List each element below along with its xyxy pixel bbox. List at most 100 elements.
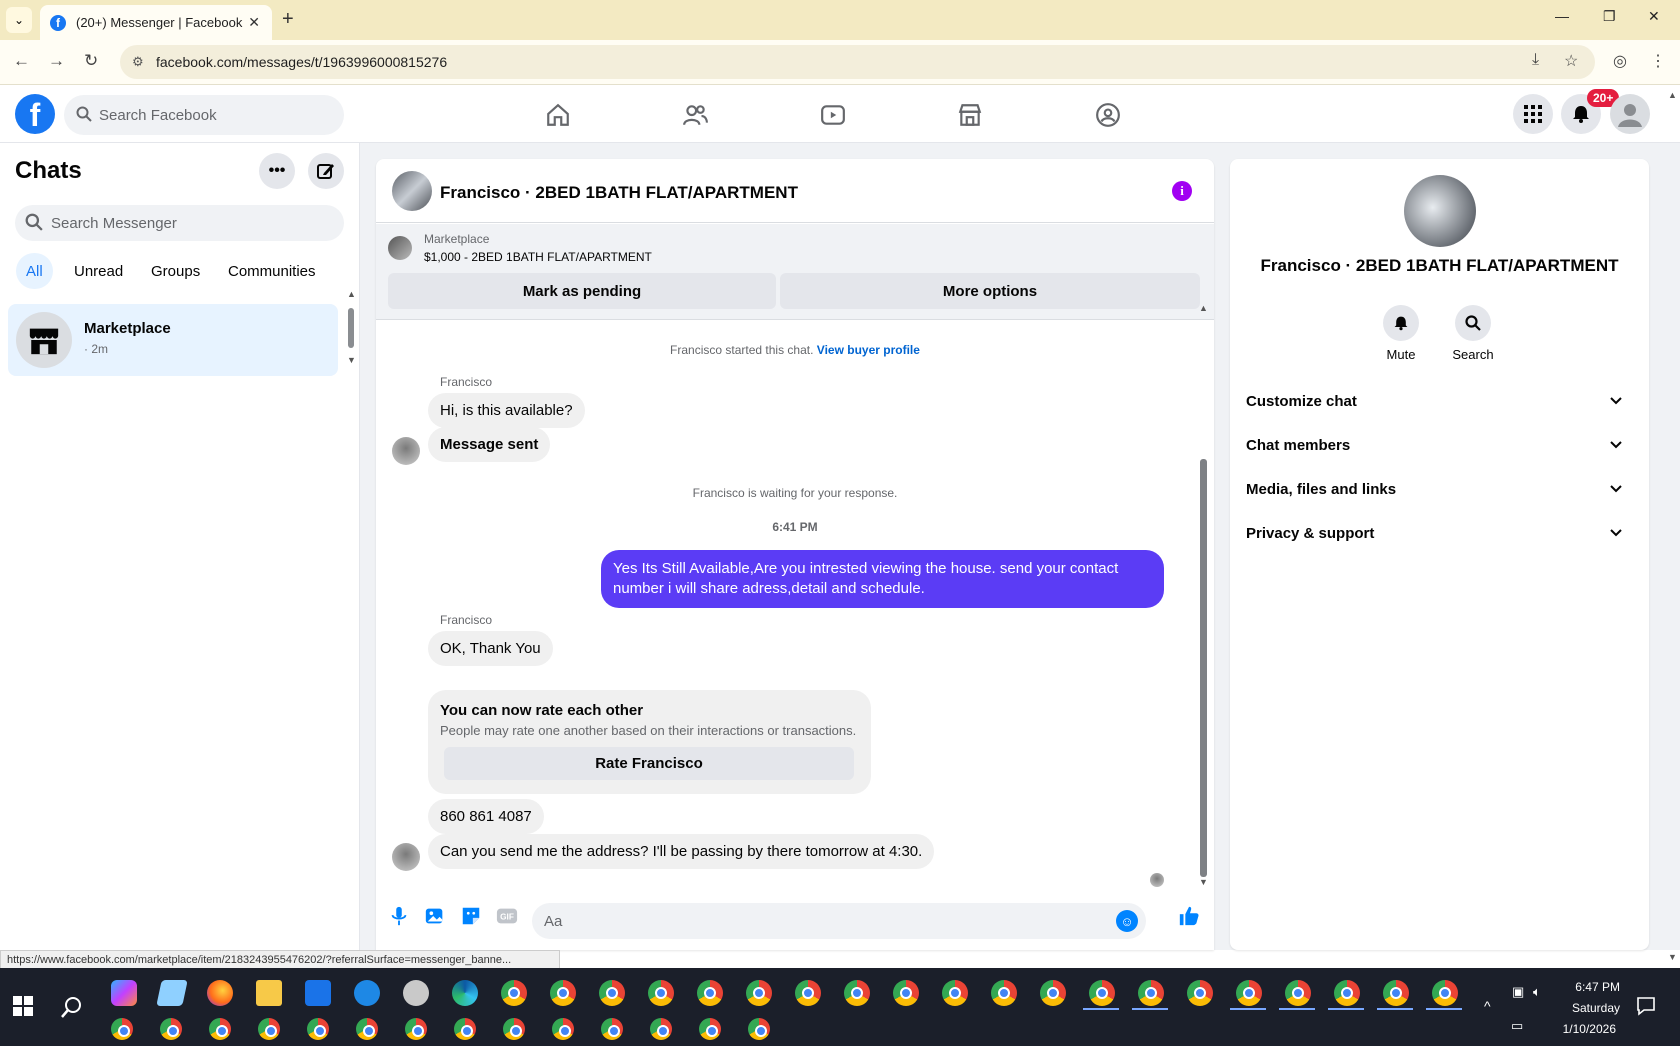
home-icon[interactable] [545, 102, 571, 128]
chrome-icon[interactable] [844, 980, 870, 1006]
chrome-icon[interactable] [650, 1018, 672, 1040]
chrome-icon[interactable] [1138, 980, 1164, 1006]
camera-icon[interactable]: ▣ [1512, 984, 1524, 1000]
tab-close-icon[interactable]: ✕ [248, 14, 260, 31]
site-info-icon[interactable]: ⚙ [132, 54, 144, 70]
filter-communities[interactable]: Communities [218, 253, 326, 289]
photo-icon[interactable] [424, 905, 446, 927]
conversation-title[interactable]: Francisco · 2BED 1BATH FLAT/APARTMENT [440, 183, 798, 203]
customize-chat-section[interactable]: Customize chat [1246, 379, 1633, 423]
chat-members-section[interactable]: Chat members [1246, 423, 1633, 467]
app-icon[interactable] [403, 980, 429, 1006]
video-icon[interactable] [820, 102, 846, 128]
tab-search-dropdown[interactable]: ⌄ [6, 7, 32, 33]
mark-as-pending-button[interactable]: Mark as pending [388, 273, 776, 309]
chrome-icon[interactable] [209, 1018, 231, 1040]
network-icon[interactable]: ▭ [1511, 1018, 1523, 1034]
info-avatar[interactable] [1404, 175, 1476, 247]
sticker-icon[interactable] [460, 905, 482, 927]
chrome-icon[interactable] [550, 980, 576, 1006]
chat-list-item-marketplace[interactable]: Marketplace · 2m [8, 304, 338, 376]
chrome-icon[interactable] [307, 1018, 329, 1040]
thumbs-up-icon[interactable] [1178, 905, 1200, 927]
search-in-chat-button[interactable]: Search [1438, 305, 1508, 362]
notepad-icon[interactable] [156, 980, 188, 1006]
page-scroll-up-arrow[interactable]: ▲ [1668, 90, 1677, 100]
clock-day[interactable]: Saturday [1544, 1001, 1620, 1015]
listing-title[interactable]: $1,000 - 2BED 1BATH FLAT/APARTMENT [424, 250, 652, 264]
taskbar-search-icon[interactable] [61, 996, 83, 1018]
chrome-icon[interactable] [699, 1018, 721, 1040]
chrome-icon[interactable] [454, 1018, 476, 1040]
chrome-icon[interactable] [1040, 980, 1066, 1006]
window-close-button[interactable]: ✕ [1648, 8, 1660, 25]
scroll-up-arrow[interactable]: ▲ [347, 289, 356, 299]
new-message-button[interactable] [308, 153, 344, 189]
file-explorer-icon[interactable] [256, 980, 282, 1006]
chrome-icon[interactable] [599, 980, 625, 1006]
app-icon[interactable] [354, 980, 380, 1006]
message-input[interactable]: Aa ☺ [532, 903, 1146, 939]
store-app-icon[interactable] [305, 980, 331, 1006]
conversation-avatar[interactable] [392, 171, 432, 211]
scroll-down-arrow[interactable]: ▼ [347, 355, 356, 365]
listing-thumbnail[interactable] [388, 236, 412, 260]
chrome-icon[interactable] [1383, 980, 1409, 1006]
incoming-message[interactable]: Hi, is this available? [428, 393, 585, 428]
chrome-icon[interactable] [1285, 980, 1311, 1006]
account-avatar[interactable] [1610, 94, 1650, 134]
chrome-icon[interactable] [893, 980, 919, 1006]
chrome-icon[interactable] [503, 1018, 525, 1040]
chrome-icon[interactable] [1187, 980, 1213, 1006]
chrome-icon[interactable] [501, 980, 527, 1006]
menu-grid-button[interactable] [1513, 94, 1553, 134]
chrome-icon[interactable] [748, 1018, 770, 1040]
chrome-icon[interactable] [160, 1018, 182, 1040]
chrome-icon[interactable] [601, 1018, 623, 1040]
chrome-icon[interactable] [991, 980, 1017, 1006]
chrome-icon[interactable] [1334, 980, 1360, 1006]
gif-icon[interactable]: GIF [496, 905, 518, 927]
page-scroll-down-arrow[interactable]: ▼ [1668, 952, 1677, 962]
chrome-icon[interactable] [1432, 980, 1458, 1006]
incoming-message[interactable]: Message sent [428, 427, 551, 462]
firefox-icon[interactable] [207, 980, 233, 1006]
facebook-logo[interactable]: f [15, 94, 55, 134]
friends-icon[interactable] [682, 102, 708, 128]
edge-icon[interactable] [452, 980, 478, 1006]
address-bar[interactable]: ⚙ facebook.com/messages/t/19639960008152… [120, 45, 1595, 79]
marketplace-icon[interactable] [957, 102, 983, 128]
facebook-search-input[interactable]: Search Facebook [64, 95, 344, 135]
profile-icon[interactable]: ◎ [1613, 51, 1627, 71]
more-options-button[interactable]: More options [780, 273, 1200, 309]
microphone-icon[interactable] [388, 905, 410, 927]
mute-button[interactable]: Mute [1366, 305, 1436, 362]
filter-all[interactable]: All [16, 253, 53, 289]
rate-francisco-button[interactable]: Rate Francisco [444, 747, 854, 780]
outgoing-message[interactable]: Yes Its Still Available,Are you intreste… [601, 550, 1164, 608]
reload-button[interactable]: ↻ [84, 51, 98, 71]
show-hidden-icons-chevron-icon[interactable]: ^ [1484, 998, 1491, 1014]
chrome-icon[interactable] [405, 1018, 427, 1040]
chrome-icon[interactable] [1089, 980, 1115, 1006]
incoming-message[interactable]: OK, Thank You [428, 631, 553, 666]
filter-unread[interactable]: Unread [64, 253, 133, 289]
windows-start-icon[interactable] [13, 996, 33, 1016]
sender-avatar[interactable] [392, 437, 420, 465]
chrome-icon[interactable] [795, 980, 821, 1006]
clock-date[interactable]: 1/10/2026 [1544, 1022, 1616, 1036]
view-buyer-profile-link[interactable]: View buyer profile [817, 343, 920, 357]
incoming-message[interactable]: 860 861 4087 [428, 799, 544, 834]
chrome-icon[interactable] [258, 1018, 280, 1040]
volume-icon[interactable]: 🔈︎ [1533, 984, 1541, 1000]
copilot-icon[interactable] [111, 980, 137, 1006]
chats-options-button[interactable]: ••• [259, 153, 295, 189]
info-icon[interactable]: i [1172, 181, 1192, 201]
notification-center-icon[interactable] [1636, 996, 1656, 1016]
incoming-message[interactable]: Can you send me the address? I'll be pas… [428, 834, 935, 869]
browser-menu-icon[interactable]: ⋮ [1650, 51, 1666, 71]
privacy-support-section[interactable]: Privacy & support [1246, 511, 1633, 555]
conversation-scrollbar[interactable] [1200, 459, 1207, 877]
clock-time[interactable]: 6:47 PM [1544, 980, 1620, 994]
chrome-icon[interactable] [552, 1018, 574, 1040]
